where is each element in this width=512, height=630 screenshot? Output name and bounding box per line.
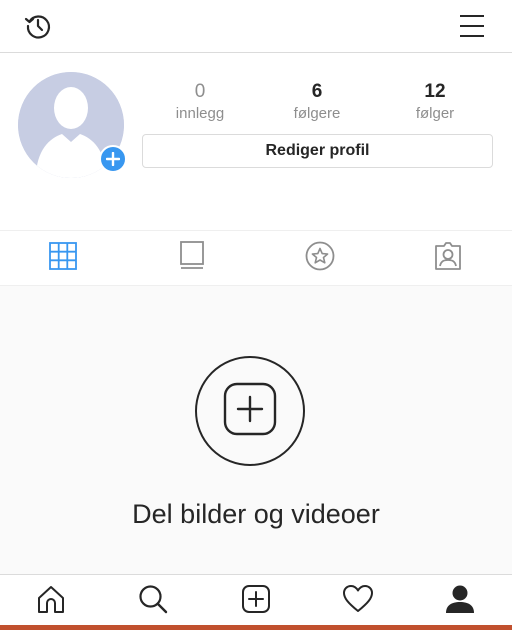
menu-icon[interactable] [454, 8, 490, 44]
top-bar [0, 0, 512, 53]
tab-tagged[interactable] [418, 231, 478, 285]
posts-label: innlegg [175, 105, 225, 122]
posts-stat: 0 innlegg [150, 81, 250, 123]
following-count: 12 [424, 81, 446, 102]
bottom-nav [0, 574, 512, 625]
grid-icon [49, 241, 77, 275]
profile-tabs [0, 230, 512, 286]
followers-label: følgere [293, 105, 341, 122]
posts-count: 0 [194, 81, 206, 102]
empty-state-text: Del bilder og videoer [132, 499, 380, 529]
following-stat[interactable]: 12 følger [385, 81, 485, 123]
add-post-icon [241, 584, 271, 619]
heart-icon [342, 584, 374, 619]
search-icon [138, 584, 168, 619]
nav-activity[interactable] [340, 583, 376, 619]
tab-saved[interactable] [290, 231, 350, 285]
followers-count: 6 [311, 81, 323, 102]
edit-profile-button[interactable]: Rediger profil [142, 134, 493, 168]
tagged-icon [433, 241, 463, 276]
bottom-strip [0, 625, 512, 630]
profile-screen: 0 innlegg 6 følgere 12 følger Rediger pr… [0, 0, 512, 630]
history-icon[interactable] [20, 8, 56, 44]
tab-grid[interactable] [33, 231, 93, 285]
home-icon [36, 584, 66, 619]
nav-home[interactable] [33, 583, 69, 619]
followers-stat[interactable]: 6 følgere [267, 81, 367, 123]
profile-header: 0 innlegg 6 følgere 12 følger Rediger pr… [0, 53, 512, 230]
nav-profile[interactable] [442, 583, 478, 619]
empty-state: Del bilder og videoer [0, 286, 512, 574]
share-photo-button[interactable] [195, 356, 305, 466]
nav-add[interactable] [238, 583, 274, 619]
add-photo-button[interactable] [99, 145, 127, 173]
star-icon [305, 241, 335, 276]
feed-icon [179, 240, 205, 276]
profile-icon [445, 584, 475, 619]
following-label: følger [415, 105, 455, 122]
add-post-icon [223, 382, 277, 441]
nav-search[interactable] [135, 583, 171, 619]
tab-feed[interactable] [162, 231, 222, 285]
